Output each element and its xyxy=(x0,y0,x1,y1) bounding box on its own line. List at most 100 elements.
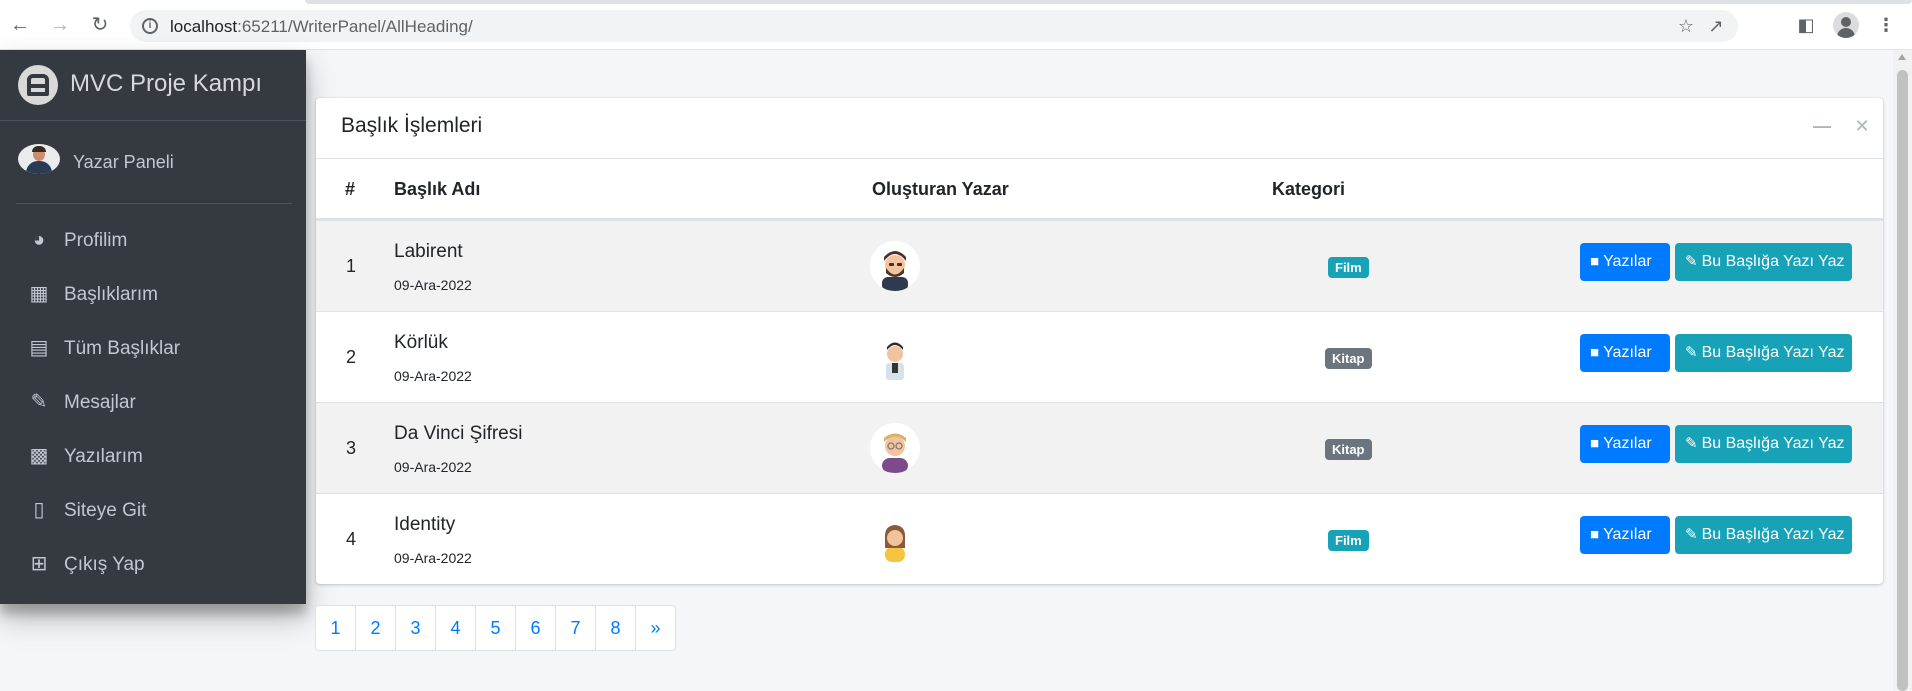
grid-icon: ▦ xyxy=(29,283,49,305)
posts-button[interactable]: ■ Yazılar xyxy=(1580,425,1670,463)
heading-title: Identity xyxy=(394,514,456,535)
sidebar-item-label: Çıkış Yap xyxy=(64,554,145,575)
reload-icon[interactable]: ↻ xyxy=(89,14,111,36)
folder-icon: ■ xyxy=(1590,253,1600,270)
pencil-icon: ✎ xyxy=(1685,435,1698,452)
heading-date: 09-Ara-2022 xyxy=(394,368,472,384)
page-link-next[interactable]: » xyxy=(635,605,676,651)
close-icon[interactable]: ✕ xyxy=(1852,116,1872,136)
pencil-icon: ✎ xyxy=(1685,344,1698,361)
collapse-icon[interactable]: — xyxy=(1812,116,1832,136)
address-bar[interactable]: i localhost:65211/WriterPanel/AllHeading… xyxy=(130,10,1738,42)
heading-date: 09-Ara-2022 xyxy=(394,459,472,475)
list-icon: ▤ xyxy=(29,337,49,359)
heading-title: Da Vinci Şifresi xyxy=(394,423,523,444)
sidebar-item-tum-basliklar[interactable]: ▤ Tüm Başlıklar xyxy=(18,328,294,368)
page-link-2[interactable]: 2 xyxy=(355,605,396,651)
sidebar-item-label: Mesajlar xyxy=(64,392,136,413)
author-avatar xyxy=(870,241,920,291)
write-post-button[interactable]: ✎ Bu Başlığa Yazı Yaz xyxy=(1675,334,1852,372)
user-avatar xyxy=(18,144,60,174)
posts-button[interactable]: ■ Yazılar xyxy=(1580,516,1670,554)
sidebar-item-basliklarim[interactable]: ▦ Başlıklarım xyxy=(18,274,294,314)
table-row: 3 Da Vinci Şifresi 09-Ara-2022 Kitap ■ Ya… xyxy=(316,402,1883,493)
heading-title: Körlük xyxy=(394,332,448,353)
row-number: 1 xyxy=(346,256,357,276)
heading-card: Başlık İşlemleri — ✕ # Başlık Adı Oluştu… xyxy=(316,98,1883,584)
main-sidebar: MVC Proje Kampı Yazar Paneli ◕ Profilim … xyxy=(0,50,306,604)
author-avatar xyxy=(870,332,920,382)
more-icon[interactable]: ⋮ xyxy=(1875,14,1897,36)
author-avatar xyxy=(870,514,920,564)
user-panel: Yazar Paneli xyxy=(16,121,292,204)
category-badge: Film xyxy=(1328,530,1369,551)
write-post-button[interactable]: ✎ Bu Başlığa Yazı Yaz xyxy=(1675,425,1852,463)
page-link-6[interactable]: 6 xyxy=(515,605,556,651)
side-panel-icon[interactable]: ◧ xyxy=(1795,14,1817,36)
folder-icon: ■ xyxy=(1590,344,1600,361)
sidebar-item-label: Profilim xyxy=(64,230,128,251)
table-row: 4 Identity 09-Ara-2022 Film ■ Yazılar ✎ Bu… xyxy=(316,493,1883,584)
star-icon[interactable]: ☆ xyxy=(1676,16,1696,36)
sidebar-item-label: Yazılarım xyxy=(64,446,143,467)
user-name[interactable]: Yazar Paneli xyxy=(73,152,174,173)
edit-icon: ✎ xyxy=(30,391,48,413)
table-row: 2 Körlük 09-Ara-2022 Kitap ■ Yazılar ✎ Bu … xyxy=(316,311,1883,402)
site-info-icon[interactable]: i xyxy=(142,18,158,34)
folder-icon: ■ xyxy=(1590,435,1600,452)
posts-button[interactable]: ■ Yazılar xyxy=(1580,243,1670,281)
forward-icon[interactable]: → xyxy=(49,14,71,36)
tab-strip xyxy=(305,0,1912,4)
book-icon: ▯ xyxy=(33,499,45,521)
category-badge: Film xyxy=(1328,257,1369,278)
sidebar-item-mesajlar[interactable]: ✎ Mesajlar xyxy=(18,382,294,422)
row-number: 3 xyxy=(346,438,357,458)
brand-logo-icon xyxy=(18,65,58,105)
browser-toolbar: ← → ↻ i localhost:65211/WriterPanel/AllH… xyxy=(0,0,1912,50)
sidebar-item-siteye-git[interactable]: ▯ Siteye Git xyxy=(18,490,294,530)
posts-button[interactable]: ■ Yazılar xyxy=(1580,334,1670,372)
sidebar-item-yazilarim[interactable]: ▩ Yazılarım xyxy=(18,436,294,476)
folder-icon: ■ xyxy=(1590,526,1600,543)
sidebar-item-label: Tüm Başlıklar xyxy=(64,338,181,359)
table-row: 1 Labirent 09-Ara-2022 Film ■ Yazılar ✎ Bu… xyxy=(316,220,1883,311)
pagination: 1 2 3 4 5 6 7 8 » xyxy=(315,605,676,651)
pencil-icon: ✎ xyxy=(1685,526,1698,543)
heading-date: 09-Ara-2022 xyxy=(394,277,472,293)
card-title: Başlık İşlemleri xyxy=(341,114,483,137)
page-link-8[interactable]: 8 xyxy=(595,605,636,651)
brand-text: MVC Proje Kampı xyxy=(70,70,263,97)
header-number: # xyxy=(345,179,356,199)
sidebar-item-cikis-yap[interactable]: ⊞ Çıkış Yap xyxy=(18,544,294,584)
write-post-button[interactable]: ✎ Bu Başlığa Yazı Yaz xyxy=(1675,243,1852,281)
heading-title: Labirent xyxy=(394,241,463,262)
write-post-button[interactable]: ✎ Bu Başlığa Yazı Yaz xyxy=(1675,516,1852,554)
row-number: 2 xyxy=(346,347,357,367)
author-avatar xyxy=(870,423,920,473)
sidebar-item-profilim[interactable]: ◕ Profilim xyxy=(18,220,294,260)
pencil-icon: ✎ xyxy=(1685,253,1698,270)
scrollbar[interactable] xyxy=(1893,50,1912,691)
header-title: Başlık Adı xyxy=(394,179,481,199)
page-link-4[interactable]: 4 xyxy=(435,605,476,651)
category-badge: Kitap xyxy=(1325,348,1372,369)
page-link-5[interactable]: 5 xyxy=(475,605,516,651)
header-category: Kategori xyxy=(1272,179,1346,199)
dashboard-icon: ◕ xyxy=(32,229,46,251)
profile-icon[interactable] xyxy=(1833,12,1859,38)
category-badge: Kitap xyxy=(1325,439,1372,460)
back-icon[interactable]: ← xyxy=(9,14,31,36)
plus-square-icon: ⊞ xyxy=(30,553,48,575)
card-header: Başlık İşlemleri — ✕ xyxy=(316,98,1883,159)
page-link-3[interactable]: 3 xyxy=(395,605,436,651)
share-icon[interactable]: ↗ xyxy=(1706,16,1726,36)
brand-link[interactable]: MVC Proje Kampı xyxy=(0,50,306,121)
row-number: 4 xyxy=(346,529,357,549)
url-text[interactable]: localhost:65211/WriterPanel/AllHeading/ xyxy=(170,17,473,37)
calendar-icon: ▩ xyxy=(29,445,49,467)
page-link-1[interactable]: 1 xyxy=(315,605,356,651)
sidebar-item-label: Siteye Git xyxy=(64,500,147,521)
page-link-7[interactable]: 7 xyxy=(555,605,596,651)
header-author: Oluşturan Yazar xyxy=(872,179,1009,199)
table-header: # Başlık Adı Oluşturan Yazar Kategori xyxy=(316,159,1883,220)
